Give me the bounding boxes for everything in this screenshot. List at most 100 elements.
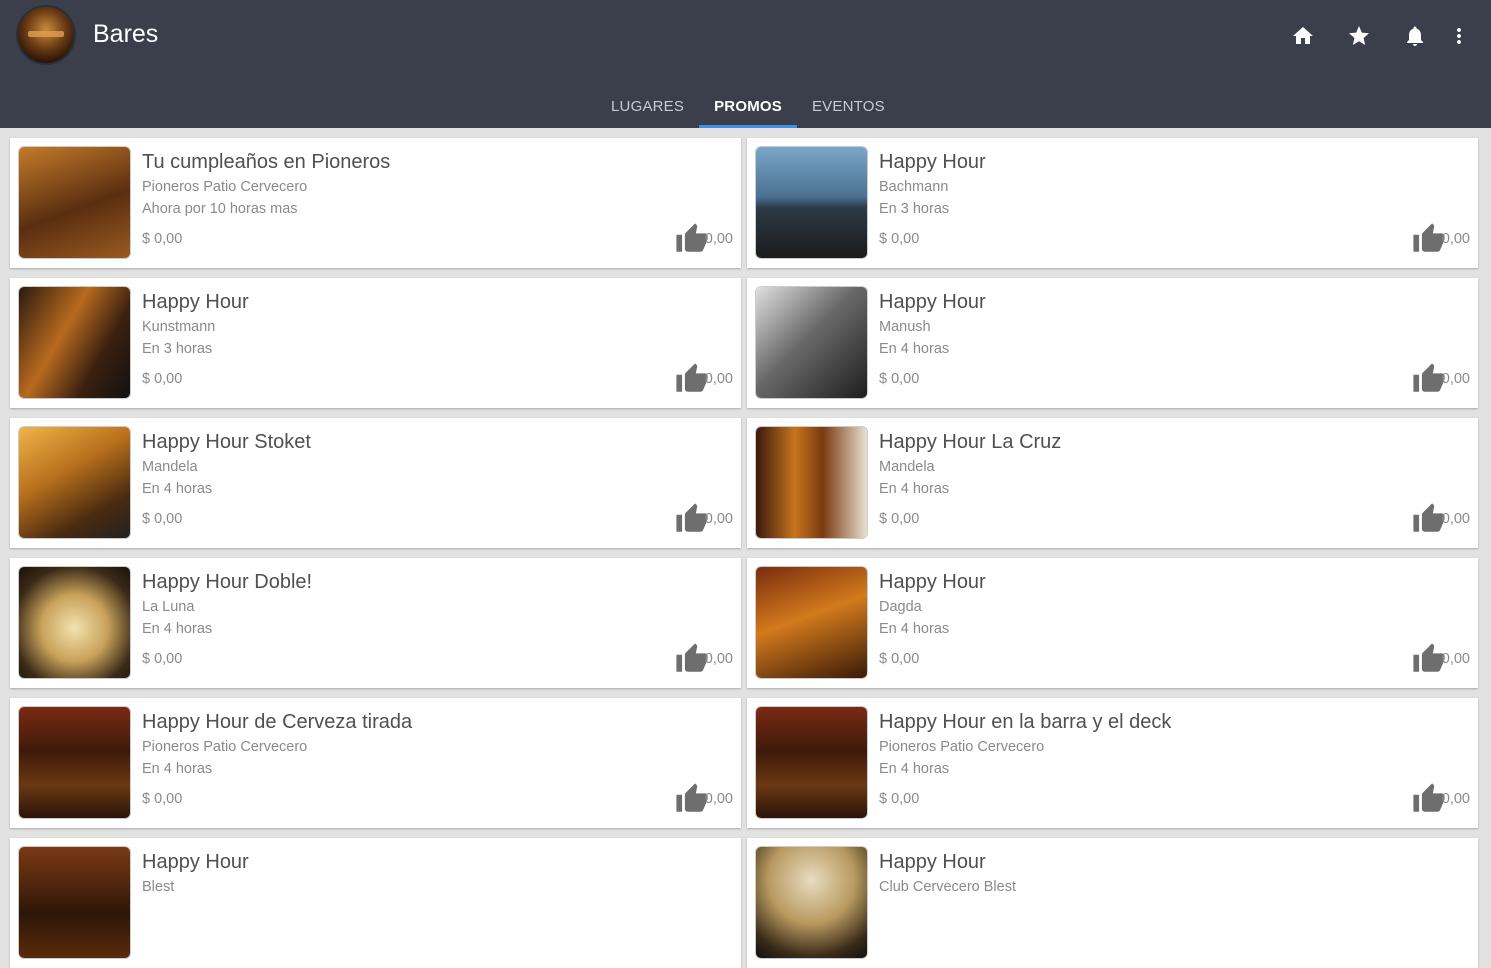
thumbs-up-icon (676, 783, 708, 812)
notifications-button[interactable] (1399, 20, 1431, 52)
promo-title: Happy Hour (879, 851, 986, 873)
like-control[interactable]: 0,00 (675, 502, 733, 536)
like-control[interactable]: 0,00 (675, 642, 733, 676)
thumbs-up-icon (1413, 783, 1445, 812)
promo-venue: Pioneros Patio Cervecero (142, 179, 308, 195)
thumbs-up-icon (676, 223, 708, 252)
like-control[interactable]: 0,00 (675, 362, 733, 396)
promo-price: $ 0,00 (879, 791, 920, 807)
like-control[interactable]: 0,00 (675, 782, 733, 816)
promo-thumbnail (756, 147, 867, 258)
promo-thumbnail (756, 427, 867, 538)
promo-card[interactable]: Happy Hour Dagda En 4 horas $ 0,00 0,00 (747, 558, 1478, 688)
promo-venue: Bachmann (879, 179, 949, 195)
promo-time: En 4 horas (879, 621, 950, 637)
promo-card[interactable]: Happy Hour Bachmann En 3 horas $ 0,00 0,00 (747, 138, 1478, 268)
promo-card[interactable]: Happy Hour Kunstmann En 3 horas $ 0,00 0,00 (10, 278, 741, 408)
overflow-menu-button[interactable] (1447, 20, 1471, 52)
promo-price: $ 0,00 (142, 371, 183, 387)
like-control[interactable]: 0,00 (1412, 362, 1470, 396)
promo-title: Happy Hour en la barra y el deck (879, 711, 1172, 733)
like-count: 0,00 (704, 371, 733, 387)
promo-price: $ 0,00 (142, 791, 183, 807)
promo-card[interactable]: Happy Hour en la barra y el deck Pioneros… (747, 698, 1478, 828)
favorites-button[interactable] (1343, 20, 1375, 52)
promo-time: En 4 horas (142, 481, 213, 497)
promo-title: Happy Hour (879, 571, 986, 593)
like-count: 0,00 (704, 791, 733, 807)
promo-thumbnail (756, 847, 867, 958)
promo-thumbnail (19, 427, 130, 538)
like-count: 0,00 (704, 651, 733, 667)
like-control[interactable]: 0,00 (1412, 502, 1470, 536)
promo-title: Happy Hour Stoket (142, 431, 311, 453)
promo-venue: Blest (142, 879, 175, 895)
promo-thumbnail (19, 707, 130, 818)
tab-eventos[interactable]: EVENTOS (797, 84, 900, 128)
like-control[interactable]: 0,00 (1412, 642, 1470, 676)
promo-venue: Mandela (142, 459, 198, 475)
promo-price: $ 0,00 (879, 511, 920, 527)
app-bar: Bares LUGARES PROMOS EVENTOS (0, 0, 1491, 128)
promo-time: En 3 horas (879, 201, 950, 217)
promo-time: En 3 horas (142, 341, 213, 357)
tab-lugares[interactable]: LUGARES (596, 84, 699, 128)
promo-card[interactable]: Happy Hour La Cruz Mandela En 4 horas $ 0,0… (747, 418, 1478, 548)
promo-time: En 4 horas (142, 761, 213, 777)
promo-title: Happy Hour de Cerveza tirada (142, 711, 413, 733)
like-count: 0,00 (1441, 651, 1470, 667)
promo-thumbnail (756, 707, 867, 818)
promo-card[interactable]: Happy Hour Doble! La Luna En 4 horas $ 0,00… (10, 558, 741, 688)
promo-price: $ 0,00 (879, 371, 920, 387)
promo-thumbnail (756, 287, 867, 398)
promo-thumbnail (756, 567, 867, 678)
promo-time: En 4 horas (142, 621, 213, 637)
promo-time: En 4 horas (879, 481, 950, 497)
like-count: 0,00 (1441, 371, 1470, 387)
like-count: 0,00 (1441, 791, 1470, 807)
thumbs-up-icon (676, 643, 708, 672)
promo-price: $ 0,00 (142, 651, 183, 667)
home-icon (1293, 27, 1313, 44)
promo-card[interactable]: Happy Hour Stoket Mandela En 4 horas $ 0,00… (10, 418, 741, 548)
app-logo-avatar[interactable] (18, 7, 74, 63)
promo-title: Happy Hour Doble! (142, 571, 313, 593)
promo-price: $ 0,00 (142, 231, 183, 247)
like-count: 0,00 (704, 231, 733, 247)
promo-thumbnail (19, 147, 130, 258)
like-count: 0,00 (1441, 231, 1470, 247)
promo-title: Happy Hour (142, 291, 249, 313)
star-icon (1349, 26, 1369, 45)
like-control[interactable]: 0,00 (675, 222, 733, 256)
tab-bar: LUGARES PROMOS EVENTOS (596, 84, 900, 128)
thumbs-up-icon (676, 503, 708, 532)
promo-card[interactable]: Tu cumpleaños en Pioneros Pioneros Patio … (10, 138, 741, 268)
promo-card[interactable]: Happy Hour Manush En 4 horas $ 0,00 0,00 (747, 278, 1478, 408)
promo-card[interactable]: Happy Hour de Cerveza tirada Pioneros Pat… (10, 698, 741, 828)
promo-venue: Club Cervecero Blest (879, 879, 1016, 895)
home-button[interactable] (1287, 20, 1319, 52)
promo-thumbnail (19, 847, 130, 958)
like-control[interactable]: 0,00 (1412, 222, 1470, 256)
promo-price: $ 0,00 (879, 231, 920, 247)
like-control[interactable]: 0,00 (1412, 782, 1470, 816)
promo-card[interactable]: Happy Hour Blest (10, 838, 741, 968)
thumbs-up-icon (676, 363, 708, 392)
thumbs-up-icon (1413, 643, 1445, 672)
like-count: 0,00 (704, 511, 733, 527)
promo-venue: Pioneros Patio Cervecero (142, 739, 308, 755)
promo-time: En 4 horas (879, 341, 950, 357)
promo-title: Happy Hour (879, 291, 986, 313)
app-bar-actions (1263, 20, 1471, 52)
more-vert-icon (1457, 28, 1461, 44)
promo-price: $ 0,00 (142, 511, 183, 527)
promo-card[interactable]: Happy Hour Club Cervecero Blest (747, 838, 1478, 968)
tab-promos[interactable]: PROMOS (699, 84, 797, 128)
like-count: 0,00 (1441, 511, 1470, 527)
promo-title: Tu cumpleaños en Pioneros (142, 151, 391, 173)
promo-venue: La Luna (142, 599, 195, 615)
promo-venue: Manush (879, 319, 931, 335)
thumbs-up-icon (1413, 223, 1445, 252)
promo-venue: Kunstmann (142, 319, 216, 335)
promo-list: Tu cumpleaños en Pioneros Pioneros Patio … (10, 138, 1478, 968)
